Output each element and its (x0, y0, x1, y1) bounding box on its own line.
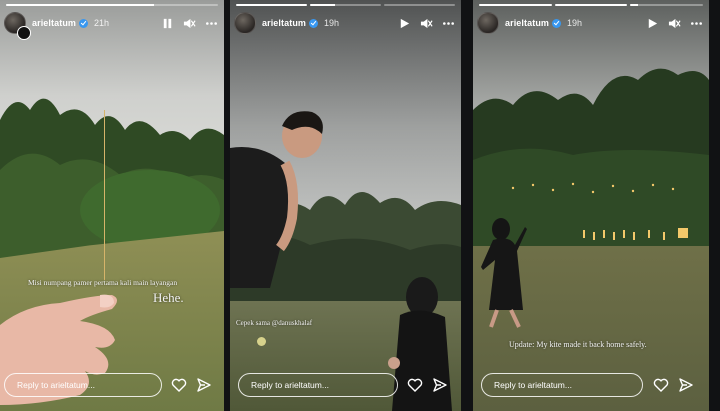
send-icon[interactable] (196, 377, 212, 393)
username[interactable]: arieltatum (505, 18, 549, 28)
progress-segment (6, 4, 218, 6)
avatar[interactable] (234, 12, 256, 34)
pause-icon[interactable] (160, 16, 174, 30)
story-header: arieltatum 19h (477, 12, 703, 34)
ball (257, 337, 266, 346)
more-icon[interactable] (689, 16, 703, 30)
progress-segment (236, 4, 307, 6)
story-progress (479, 4, 704, 6)
heart-icon[interactable] (653, 377, 669, 393)
story-caption: Update: My kite made it back home safely… (509, 340, 647, 349)
more-icon[interactable] (441, 16, 455, 30)
username[interactable]: arieltatum (32, 18, 76, 28)
overlay-badge-icon (17, 26, 31, 40)
reply-input[interactable]: Reply to arieltatum... (238, 373, 398, 397)
story-caption-large: Hehe. (153, 290, 184, 305)
progress-segment (630, 4, 704, 6)
story-panel-2[interactable]: arieltatum 19h Cepek sama @danuskhalaf R… (230, 0, 461, 411)
reply-input[interactable]: Reply to arieltatum... (4, 373, 162, 397)
mute-icon[interactable] (182, 16, 196, 30)
username[interactable]: arieltatum (262, 18, 306, 28)
story-panel-1[interactable]: arieltatum 21h Misi numpang pamer pertam… (0, 0, 224, 411)
story-caption: Cepek sama @danuskhalaf (236, 319, 313, 327)
story-header: arieltatum 19h (234, 12, 455, 34)
story-panel-3[interactable]: arieltatum 19h Update: My kite made it b… (473, 0, 709, 411)
post-time: 21h (94, 18, 110, 28)
progress-segment (554, 4, 628, 6)
mute-icon[interactable] (419, 16, 433, 30)
mute-icon[interactable] (667, 16, 681, 30)
send-icon[interactable] (678, 377, 694, 393)
verified-badge-icon (309, 18, 319, 28)
heart-icon[interactable] (171, 377, 187, 393)
verified-badge-icon (79, 18, 89, 28)
heart-icon[interactable] (407, 377, 423, 393)
kite-string (104, 110, 105, 280)
post-time: 19h (324, 18, 340, 28)
story-progress (236, 4, 455, 6)
reply-input[interactable]: Reply to arieltatum... (481, 373, 643, 397)
story-1-trees (0, 80, 224, 260)
progress-segment (384, 4, 455, 6)
story-caption: Misi numpang pamer pertama kali main lay… (28, 278, 178, 287)
post-time: 19h (567, 18, 583, 28)
play-icon[interactable] (397, 16, 411, 30)
person-left (230, 108, 340, 288)
progress-segment (310, 4, 381, 6)
more-icon[interactable] (204, 16, 218, 30)
play-icon[interactable] (645, 16, 659, 30)
avatar[interactable] (477, 12, 499, 34)
send-icon[interactable] (432, 377, 448, 393)
verified-badge-icon (552, 18, 562, 28)
progress-segment (479, 4, 552, 6)
story-progress (6, 4, 218, 6)
story-header: arieltatum 21h (4, 12, 218, 34)
person-dancing (481, 215, 541, 330)
